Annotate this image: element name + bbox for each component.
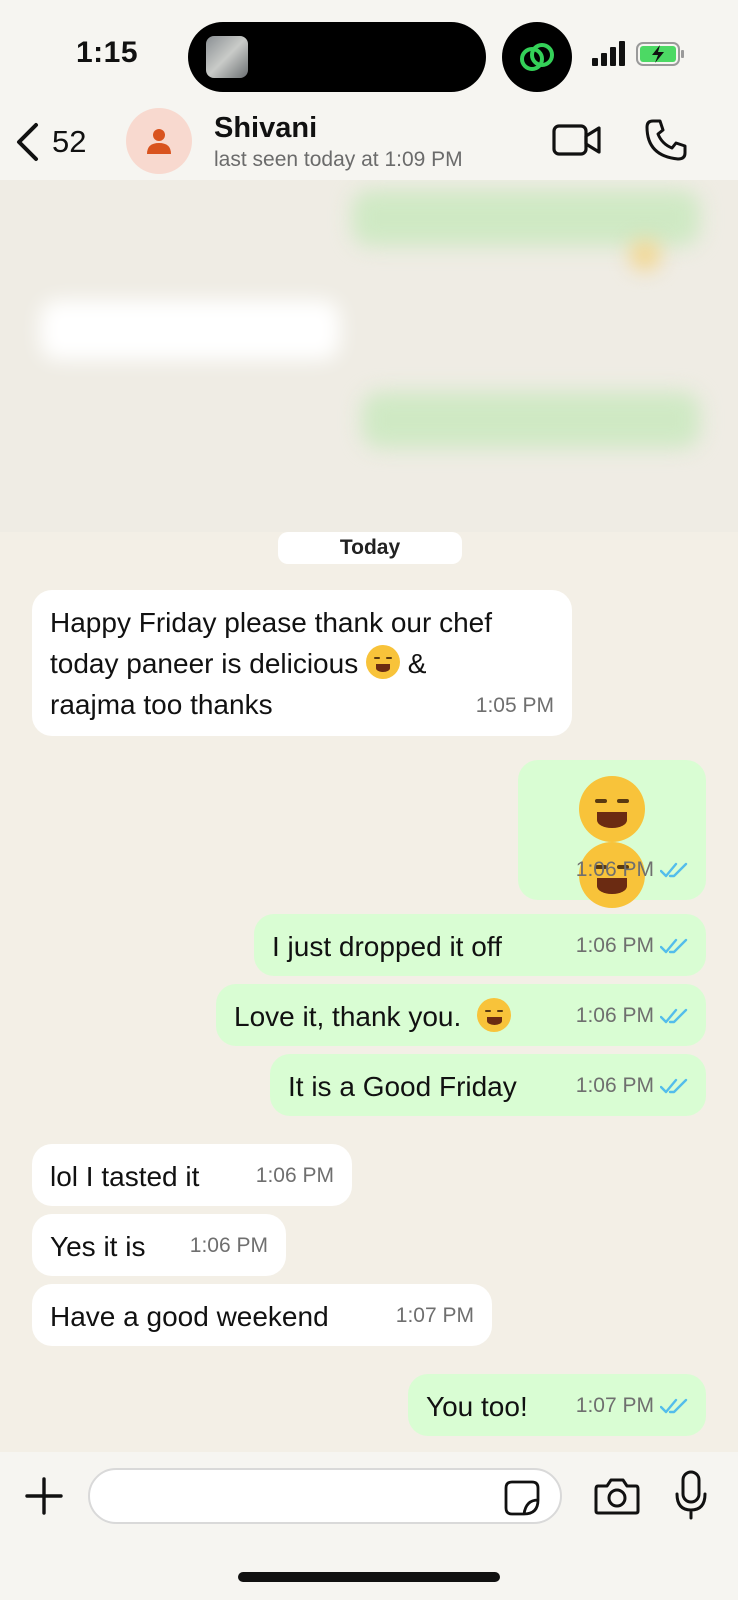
microphone-button[interactable] <box>674 1470 708 1520</box>
drooling-face-icon <box>365 645 400 679</box>
battery-charging-icon <box>636 42 684 66</box>
signal-icon <box>592 41 625 66</box>
last-seen-text: last seen today at 1:09 PM <box>214 148 463 171</box>
dynamic-island[interactable] <box>188 22 486 92</box>
message-time: 1:07 PM <box>576 1385 688 1426</box>
message-text: lol I tasted it <box>50 1161 200 1192</box>
message-time: 1:06 PM <box>576 849 688 890</box>
person-icon <box>147 129 171 154</box>
message-time: 1:06 PM <box>576 1065 688 1106</box>
message-time: 1:05 PM <box>475 694 554 717</box>
read-ticks-icon <box>660 862 688 877</box>
outgoing-message[interactable]: Love it, thank you. 1:06 PM <box>216 984 706 1046</box>
contact-name[interactable]: Shivani <box>214 112 317 145</box>
home-indicator[interactable] <box>238 1572 500 1582</box>
camera-icon <box>594 1478 640 1515</box>
microphone-icon <box>675 1470 707 1520</box>
date-separator: Today <box>278 532 462 564</box>
unread-count: 52 <box>52 124 87 159</box>
message-text: Have a good weekend <box>50 1301 329 1332</box>
rolling-on-floor-laughing-icon <box>579 776 645 842</box>
message-time: 1:07 PM <box>395 1304 474 1327</box>
incoming-message[interactable]: Happy Friday please thank our chef today… <box>32 590 572 736</box>
status-time: 1:15 <box>76 36 139 69</box>
video-camera-icon <box>552 124 601 156</box>
message-input[interactable] <box>88 1468 562 1524</box>
outgoing-message[interactable]: You too! 1:07 PM <box>408 1374 706 1436</box>
chat-header: 52 Shivani last seen today at 1:09 PM <box>0 100 738 180</box>
plus-icon <box>25 1477 63 1515</box>
message-time: 1:06 PM <box>255 1164 334 1187</box>
read-ticks-icon <box>660 1008 688 1023</box>
phone-icon <box>645 119 687 161</box>
message-text: It is a Good Friday <box>288 1071 517 1102</box>
island-thumbnail-icon <box>206 36 248 78</box>
blurred-bubble <box>40 300 340 360</box>
linked-rings-icon[interactable] <box>502 22 572 92</box>
composer-bar <box>0 1452 738 1600</box>
incoming-message[interactable]: Yes it is 1:06 PM <box>32 1214 286 1276</box>
smiling-face-icon <box>477 998 512 1032</box>
message-time: 1:06 PM <box>189 1234 268 1257</box>
outgoing-message[interactable]: 1:06 PM <box>518 760 706 908</box>
read-ticks-icon <box>660 1398 688 1413</box>
status-bar: 1:15 <box>0 0 738 110</box>
voice-call-button[interactable] <box>644 118 688 162</box>
message-text: Yes it is <box>50 1231 146 1262</box>
read-ticks-icon <box>660 1078 688 1093</box>
back-button[interactable]: 52 <box>14 120 86 164</box>
chat-area[interactable]: Today Happy Friday please thank our chef… <box>0 532 738 1452</box>
blurred-bubble <box>362 392 700 448</box>
read-ticks-icon <box>660 938 688 953</box>
incoming-message[interactable]: Have a good weekend 1:07 PM <box>32 1284 492 1346</box>
message-text: I just dropped it off <box>272 931 502 962</box>
attach-button[interactable] <box>24 1476 64 1516</box>
message-text: You too! <box>426 1391 528 1422</box>
outgoing-message[interactable]: It is a Good Friday 1:06 PM <box>270 1054 706 1116</box>
back-chevron-icon <box>17 123 38 161</box>
message-time: 1:06 PM <box>576 925 688 966</box>
message-text: Love it, thank you. <box>234 1001 462 1032</box>
message-time: 1:06 PM <box>576 995 688 1036</box>
outgoing-message[interactable]: I just dropped it off 1:06 PM <box>254 914 706 976</box>
blurred-emoji <box>630 240 660 270</box>
sticker-icon <box>504 1480 540 1516</box>
sticker-button[interactable] <box>504 1480 540 1516</box>
blurred-bubble <box>352 190 700 246</box>
blurred-messages-region <box>0 180 738 532</box>
incoming-message[interactable]: lol I tasted it 1:06 PM <box>32 1144 352 1206</box>
camera-button[interactable] <box>594 1476 640 1516</box>
avatar[interactable] <box>126 108 192 174</box>
video-call-button[interactable] <box>552 120 602 160</box>
